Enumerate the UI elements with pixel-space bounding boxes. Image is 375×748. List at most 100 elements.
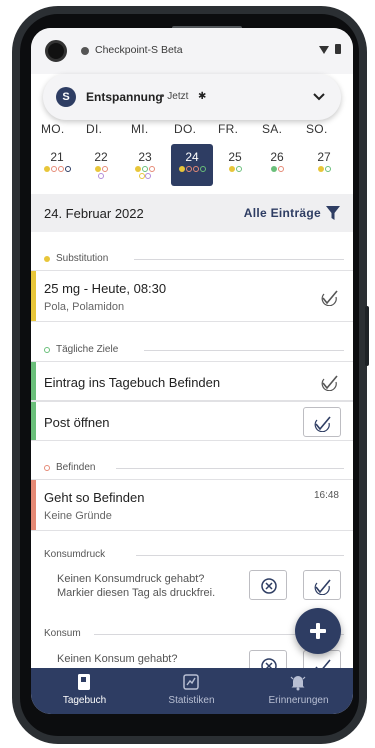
entry-dot bbox=[64, 166, 71, 172]
notification-time: • Jetzt bbox=[161, 91, 189, 102]
diary-icon bbox=[78, 674, 90, 690]
notification-banner[interactable]: S Entspannung • Jetzt ✱ bbox=[43, 74, 341, 120]
calendar-day[interactable]: 25 bbox=[214, 144, 256, 186]
section-dot bbox=[44, 256, 50, 262]
add-entry-button[interactable] bbox=[295, 608, 341, 654]
no-pressure-decline-button[interactable] bbox=[249, 570, 287, 600]
calendar-day[interactable]: 26 bbox=[256, 144, 298, 186]
entry-dots bbox=[124, 166, 166, 172]
entry-dots bbox=[214, 166, 256, 172]
entry-dot bbox=[317, 166, 324, 172]
day-number: 25 bbox=[228, 150, 242, 164]
day-number: 23 bbox=[138, 150, 152, 164]
weekday-label: SA. bbox=[262, 122, 283, 136]
close-icon bbox=[261, 578, 277, 594]
entry-dots bbox=[36, 166, 78, 172]
entry-goal[interactable]: Post öffnen bbox=[31, 401, 353, 441]
app-status-icon bbox=[81, 47, 89, 55]
entry-dot bbox=[185, 166, 192, 172]
weekday-label: SO. bbox=[306, 122, 328, 136]
status-bar: Checkpoint-S Beta bbox=[31, 28, 353, 74]
section-dot bbox=[44, 347, 50, 353]
entry-dot bbox=[50, 166, 57, 172]
section-label: Substitution bbox=[56, 253, 109, 264]
entry-dot bbox=[192, 166, 199, 172]
weekday-label: MI. bbox=[131, 122, 149, 136]
calendar-day[interactable]: 21 bbox=[36, 144, 78, 186]
entry-dot bbox=[277, 166, 284, 172]
color-bar bbox=[31, 271, 36, 321]
calendar-day[interactable]: 24 bbox=[171, 144, 213, 186]
nav-statistiken[interactable]: Statistiken bbox=[138, 668, 245, 714]
entry-dot bbox=[324, 166, 331, 172]
section-substitution: Substitution bbox=[44, 253, 344, 267]
entry-dot bbox=[199, 166, 206, 172]
check-icon[interactable] bbox=[321, 373, 339, 391]
front-camera bbox=[45, 40, 67, 62]
entry-dot bbox=[98, 173, 104, 179]
entry-time: 16:48 bbox=[313, 490, 339, 501]
check-icon[interactable] bbox=[321, 288, 339, 306]
entry-dot bbox=[235, 166, 242, 172]
nav-label: Tagebuch bbox=[62, 695, 107, 706]
entry-title: 25 mg - Heute, 08:30 bbox=[44, 281, 167, 296]
nav-label: Statistiken bbox=[168, 695, 215, 706]
divider bbox=[116, 468, 344, 469]
entry-dot bbox=[142, 166, 148, 172]
entry-dot bbox=[94, 166, 101, 172]
statistics-icon bbox=[183, 674, 199, 690]
entry-dot bbox=[101, 166, 108, 172]
day-number: 24 bbox=[185, 150, 199, 164]
volume-button bbox=[365, 306, 369, 366]
color-bar bbox=[31, 362, 36, 400]
notification-app-icon: S bbox=[56, 87, 76, 107]
battery-icon bbox=[335, 44, 341, 54]
entry-substitution[interactable]: 25 mg - Heute, 08:30 Pola, Polamidon bbox=[31, 270, 353, 322]
color-bar bbox=[31, 402, 36, 440]
section-label: Tägliche Ziele bbox=[56, 344, 119, 355]
calendar-day[interactable]: 27 bbox=[303, 144, 345, 186]
divider bbox=[136, 555, 344, 556]
entry-dot bbox=[270, 166, 277, 172]
no-pressure-confirm-button[interactable] bbox=[303, 570, 341, 600]
entry-subtitle: Pola, Polamidon bbox=[44, 301, 125, 313]
bell-icon bbox=[290, 676, 306, 691]
entry-dot bbox=[57, 166, 64, 172]
app-screen: Checkpoint-S Beta S Entspannung • Jetzt … bbox=[31, 28, 353, 714]
konsum-prompt: Keinen Konsum gehabt? bbox=[57, 653, 178, 665]
entry-title: Post öffnen bbox=[44, 415, 110, 430]
section-goals: Tägliche Ziele bbox=[44, 344, 344, 358]
entry-title: Geht so Befinden bbox=[44, 490, 145, 505]
day-number: 27 bbox=[317, 150, 331, 164]
entry-dot bbox=[178, 166, 185, 172]
divider bbox=[144, 350, 344, 351]
section-dot bbox=[44, 465, 50, 471]
calendar-day[interactable]: 22 bbox=[80, 144, 122, 186]
nav-tagebuch[interactable]: Tagebuch bbox=[31, 668, 138, 714]
filter-button[interactable]: Alle Einträge bbox=[244, 206, 321, 220]
date-bar: 24. Februar 2022 Alle Einträge bbox=[31, 194, 353, 232]
entry-subtitle: Keine Gründe bbox=[44, 510, 112, 522]
section-label: Befinden bbox=[56, 462, 96, 473]
entry-befinden[interactable]: Geht so Befinden Keine Gründe 16:48 bbox=[31, 479, 353, 531]
section-label: Konsumdruck bbox=[44, 549, 106, 560]
notification-title: Entspannung bbox=[86, 90, 163, 104]
weekday-label: DI. bbox=[86, 122, 103, 136]
entry-title: Eintrag ins Tagebuch Befinden bbox=[44, 375, 221, 390]
konsumdruck-prompt: Keinen Konsumdruck gehabt? bbox=[57, 573, 205, 585]
entry-dot bbox=[149, 166, 155, 172]
chevron-down-icon[interactable] bbox=[311, 88, 327, 104]
complete-goal-button[interactable] bbox=[303, 407, 341, 437]
section-konsumdruck: Konsumdruck bbox=[44, 549, 344, 563]
entry-dot bbox=[145, 173, 151, 179]
nav-label: Erinnerungen bbox=[268, 695, 329, 706]
entry-goal[interactable]: Eintrag ins Tagebuch Befinden bbox=[31, 361, 353, 401]
calendar-day[interactable]: 23 bbox=[124, 144, 166, 186]
entry-dots bbox=[256, 166, 298, 172]
filter-icon[interactable] bbox=[325, 205, 341, 221]
weekday-label: FR. bbox=[218, 122, 239, 136]
entry-dots bbox=[171, 166, 213, 172]
nav-erinnerungen[interactable]: Erinnerungen bbox=[245, 668, 352, 714]
entry-dots bbox=[303, 166, 345, 172]
weekday-header: MO. DI. MI. DO. FR. SA. SO. bbox=[31, 122, 353, 138]
